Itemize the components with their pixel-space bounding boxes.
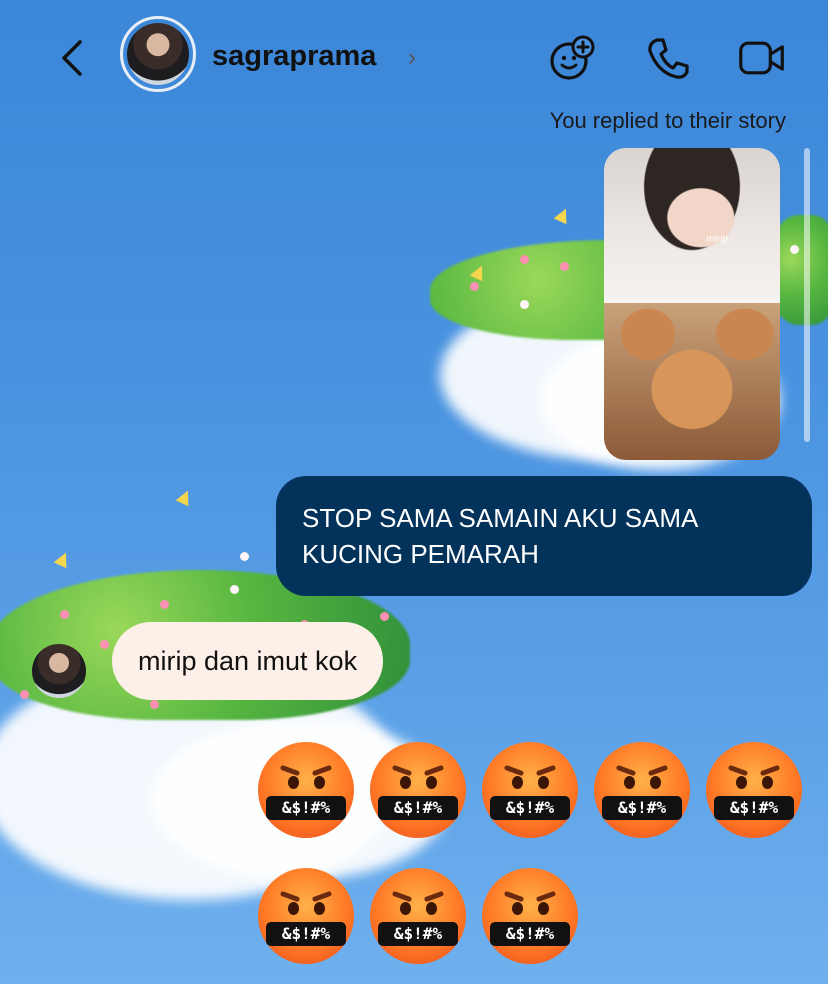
profile-avatar[interactable] (120, 16, 196, 92)
emoji-eye (314, 776, 325, 789)
sender-avatar[interactable] (32, 644, 86, 698)
emoji-band-text: &$!#% (714, 796, 794, 820)
face-with-symbols-on-mouth-emoji: &$!#% (258, 742, 354, 838)
emoji-face (370, 868, 466, 964)
phone-icon[interactable] (644, 34, 692, 82)
emoji-eye (426, 776, 437, 789)
emoji-eye (624, 776, 635, 789)
face-with-symbols-on-mouth-emoji: &$!#% (370, 868, 466, 964)
story-image-person: mirip (604, 148, 780, 303)
emoji-face (594, 742, 690, 838)
emoji-eye (538, 776, 549, 789)
back-button[interactable] (56, 36, 90, 80)
emoji-face (258, 742, 354, 838)
story-preview[interactable]: mirip (604, 148, 780, 460)
emoji-eye (762, 776, 773, 789)
face-with-symbols-on-mouth-emoji: &$!#% (594, 742, 690, 838)
emoji-band-text: &$!#% (266, 796, 346, 820)
emoji-eye (736, 776, 747, 789)
story-image-cat (604, 303, 780, 460)
emoji-eye (314, 902, 325, 915)
face-with-symbols-on-mouth-emoji: &$!#% (258, 868, 354, 964)
emoji-eye (288, 902, 299, 915)
face-with-symbols-on-mouth-emoji: &$!#% (370, 742, 466, 838)
emoji-eye (512, 776, 523, 789)
emoji-eye (512, 902, 523, 915)
emoji-band-text: &$!#% (602, 796, 682, 820)
emoji-eye (426, 902, 437, 915)
emoji-face (482, 868, 578, 964)
add-effects-icon[interactable] (548, 34, 596, 82)
emoji-eye (650, 776, 661, 789)
incoming-message-bubble[interactable]: mirip dan imut kok (112, 622, 384, 700)
story-reply-label: You replied to their story (549, 108, 786, 133)
emoji-band-text: &$!#% (490, 796, 570, 820)
face-with-symbols-on-mouth-emoji: &$!#% (482, 742, 578, 838)
emoji-face (258, 868, 354, 964)
emoji-face (482, 742, 578, 838)
avatar-image (127, 23, 189, 85)
emoji-band-text: &$!#% (378, 922, 458, 946)
emoji-band-text: &$!#% (266, 922, 346, 946)
scrollbar[interactable] (804, 148, 810, 442)
emoji-face (706, 742, 802, 838)
story-caption: mirip (706, 234, 728, 245)
emoji-face (370, 742, 466, 838)
face-with-symbols-on-mouth-emoji: &$!#% (706, 742, 802, 838)
face-with-symbols-on-mouth-emoji: &$!#% (482, 868, 578, 964)
outgoing-message-bubble[interactable]: STOP SAMA SAMAIN AKU SAMA KUCING PEMARAH (276, 476, 812, 596)
chevron-right-icon[interactable]: › (408, 44, 416, 72)
emoji-eye (400, 776, 411, 789)
emoji-eye (538, 902, 549, 915)
username[interactable]: sagraprama (212, 40, 376, 73)
emoji-band-text: &$!#% (490, 922, 570, 946)
emoji-band-text: &$!#% (378, 796, 458, 820)
emoji-eye (288, 776, 299, 789)
emoji-eye (400, 902, 411, 915)
video-camera-icon[interactable] (738, 34, 786, 82)
